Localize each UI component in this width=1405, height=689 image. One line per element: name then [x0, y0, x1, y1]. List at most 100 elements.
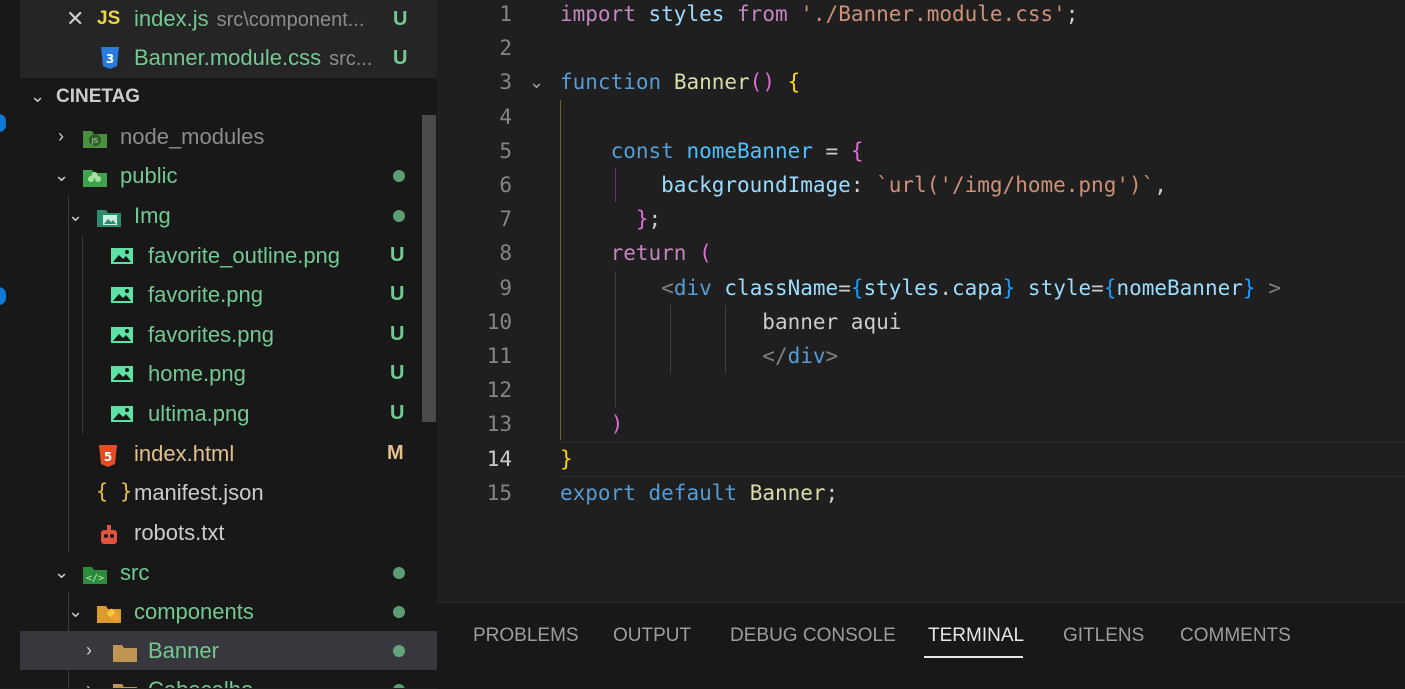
tab-gitlens[interactable]: GITLENS: [1063, 625, 1144, 647]
tree-item-node-modules[interactable]: › JS node_modules: [20, 117, 437, 156]
current-line-highlight: [560, 442, 1405, 477]
svg-text:3: 3: [106, 52, 114, 66]
tab-output[interactable]: OUTPUT: [613, 625, 691, 647]
tree-item-img[interactable]: ⌄ Img: [20, 196, 437, 235]
sidebar-scrollbar[interactable]: [422, 115, 436, 422]
node-folder-icon: JS: [82, 127, 107, 148]
activity-badge[interactable]: [0, 287, 6, 305]
code-line: banner aqui: [762, 310, 902, 334]
chevron-right-icon: ›: [82, 679, 96, 688]
open-editor-name: Banner.module.css: [134, 45, 322, 70]
tree-item-file[interactable]: home.png U: [20, 354, 437, 393]
line-number: 15: [486, 481, 512, 505]
tree-item-label: manifest.json: [134, 480, 264, 505]
folder-icon: [112, 680, 137, 688]
tree-item-src[interactable]: ⌄ </> src: [20, 553, 437, 592]
svg-text:JS: JS: [91, 137, 99, 145]
activity-badge[interactable]: [0, 114, 6, 132]
line-number: 10: [486, 310, 512, 334]
open-editor-item[interactable]: 3 Banner.module.css src... U: [20, 39, 437, 78]
chevron-down-icon: ⌄: [68, 601, 84, 621]
code-line: </div>: [762, 344, 839, 368]
tree-item-file[interactable]: 5 index.html M: [20, 434, 437, 473]
tree-item-label: Banner: [148, 638, 219, 663]
tree-item-file[interactable]: favorite.png U: [20, 275, 437, 314]
image-file-icon: [110, 325, 134, 345]
tree-item-label: Img: [134, 203, 171, 228]
line-number: 1: [499, 2, 512, 26]
line-number: 2: [499, 36, 512, 60]
tree-item-public[interactable]: ⌄ public: [20, 156, 437, 195]
chevron-right-icon: ›: [58, 126, 64, 146]
status-dot: [393, 606, 405, 618]
tree-item-label: home.png: [148, 361, 246, 386]
activity-bar: [0, 0, 20, 688]
status-badge: M: [387, 442, 404, 464]
image-file-icon: [110, 404, 134, 424]
tree-item-label: node_modules: [120, 124, 265, 149]
tree-item-label: favorite.png: [148, 282, 263, 307]
code-line: backgroundImage: `url('/img/home.png')`,: [661, 173, 1167, 197]
project-section-header[interactable]: ⌄ CINETAG: [20, 77, 437, 116]
html-file-icon: 5: [98, 444, 122, 467]
close-icon[interactable]: ✕: [66, 6, 84, 32]
line-number: 6: [499, 173, 512, 197]
code-editor[interactable]: 1 2 3 4 5 6 7 8 9 10 11 12 13 14 15 ⌄ im…: [437, 0, 1405, 602]
open-editor-path: src...: [329, 48, 373, 70]
code-line: const nomeBanner = {: [610, 139, 864, 163]
css-file-icon: 3: [100, 46, 120, 75]
code-line: ): [610, 412, 624, 436]
status-dot: [393, 645, 405, 657]
line-number: 14: [486, 447, 512, 471]
code-line: };: [635, 207, 662, 231]
tab-comments[interactable]: COMMENTS: [1180, 625, 1291, 647]
status-badge: U: [393, 47, 408, 69]
tree-item-label: src: [120, 560, 150, 585]
status-badge: U: [393, 8, 408, 30]
tree-item-cabecalho[interactable]: › Cabecalho: [20, 670, 437, 688]
svg-text:5: 5: [104, 450, 112, 464]
tab-debug-console[interactable]: DEBUG CONSOLE: [730, 625, 896, 647]
status-dot: [393, 684, 405, 688]
code-line: return (: [610, 241, 712, 265]
line-number: 5: [499, 139, 512, 163]
js-file-icon: JS: [97, 8, 121, 29]
robot-file-icon: [98, 523, 122, 544]
explorer-sidebar: ✕ JS index.js src\component... U 3 Banner…: [20, 0, 437, 688]
tree-item-label: robots.txt: [134, 520, 225, 545]
status-dot: [393, 210, 405, 222]
tree-item-label: favorites.png: [148, 322, 274, 347]
tree-item-file[interactable]: ultima.png U: [20, 394, 437, 433]
tree-item-components[interactable]: ⌄ components: [20, 592, 437, 631]
active-tab-indicator: [924, 656, 1023, 658]
line-number: 4: [499, 105, 512, 129]
tree-item-file[interactable]: { } manifest.json: [20, 473, 437, 512]
tab-problems[interactable]: PROBLEMS: [473, 625, 579, 647]
line-number: 3: [499, 70, 512, 94]
json-file-icon: { }: [96, 479, 133, 503]
line-number: 12: [486, 378, 512, 402]
fold-chevron-icon[interactable]: ⌄: [529, 72, 544, 93]
tree-item-file[interactable]: favorite_outline.png U: [20, 236, 437, 275]
open-editor-item[interactable]: ✕ JS index.js src\component... U: [20, 0, 437, 39]
bottom-panel: PROBLEMS OUTPUT DEBUG CONSOLE TERMINAL G…: [437, 602, 1405, 689]
tree-item-label: public: [120, 163, 178, 188]
line-number: 11: [486, 344, 512, 368]
open-editor-path: src\component...: [216, 9, 365, 31]
project-name: CINETAG: [56, 86, 141, 107]
code-line: import styles from './Banner.module.css'…: [560, 2, 1079, 26]
src-folder-icon: </>: [82, 563, 107, 584]
tree-item-banner[interactable]: › Banner: [20, 631, 437, 670]
image-file-icon: [110, 364, 134, 384]
code-line: export default Banner;: [560, 481, 839, 505]
tab-terminal[interactable]: TERMINAL: [928, 625, 1024, 647]
chevron-down-icon: ⌄: [30, 86, 46, 106]
tree-item-file[interactable]: favorites.png U: [20, 315, 437, 354]
status-badge: U: [390, 323, 405, 345]
status-badge: U: [390, 362, 405, 384]
line-number: 13: [486, 412, 512, 436]
tree-item-file[interactable]: robots.txt: [20, 513, 437, 552]
code-line: }: [560, 447, 573, 471]
chevron-down-icon: ⌄: [54, 165, 70, 185]
images-folder-icon: [96, 206, 121, 227]
